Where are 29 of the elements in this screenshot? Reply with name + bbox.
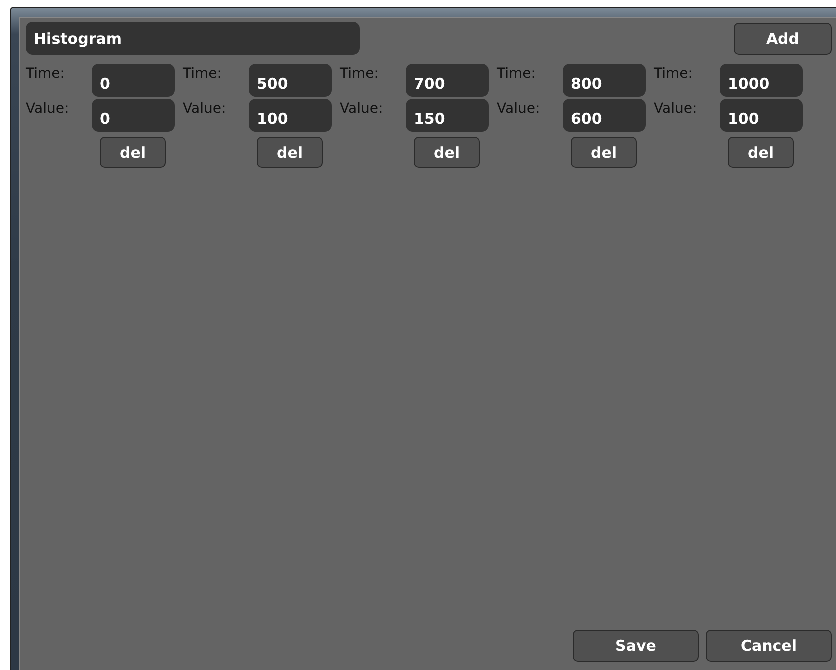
delete-button[interactable]: del (414, 137, 480, 168)
value-field[interactable]: 100 (249, 99, 332, 132)
value-field[interactable]: 600 (563, 99, 646, 132)
delete-button[interactable]: del (100, 137, 166, 168)
value-label: Value: (26, 100, 70, 119)
name-field[interactable]: Histogram (26, 22, 360, 55)
time-field[interactable]: 500 (249, 64, 332, 97)
delete-button[interactable]: del (571, 137, 637, 168)
time-field[interactable]: 1000 (720, 64, 803, 97)
time-label: Time: (183, 65, 223, 84)
time-field[interactable]: 800 (563, 64, 646, 97)
value-label: Value: (497, 100, 542, 119)
time-field[interactable]: 700 (406, 64, 489, 97)
time-label: Time: (654, 65, 694, 84)
value-field[interactable]: 0 (92, 99, 175, 132)
cancel-button[interactable]: Cancel (706, 630, 832, 662)
time-label: Time: (497, 65, 537, 84)
delete-button[interactable]: del (728, 137, 794, 168)
value-label: Value: (654, 100, 698, 119)
value-field[interactable]: 100 (720, 99, 803, 132)
value-label: Value: (340, 100, 384, 119)
time-label: Time: (340, 65, 380, 84)
value-field[interactable]: 150 (406, 99, 489, 132)
time-field[interactable]: 0 (92, 64, 175, 97)
add-button[interactable]: Add (734, 22, 832, 54)
value-label: Value: (183, 100, 228, 119)
save-button[interactable]: Save (573, 630, 699, 662)
time-label: Time: (26, 65, 66, 84)
delete-button[interactable]: del (257, 137, 323, 168)
